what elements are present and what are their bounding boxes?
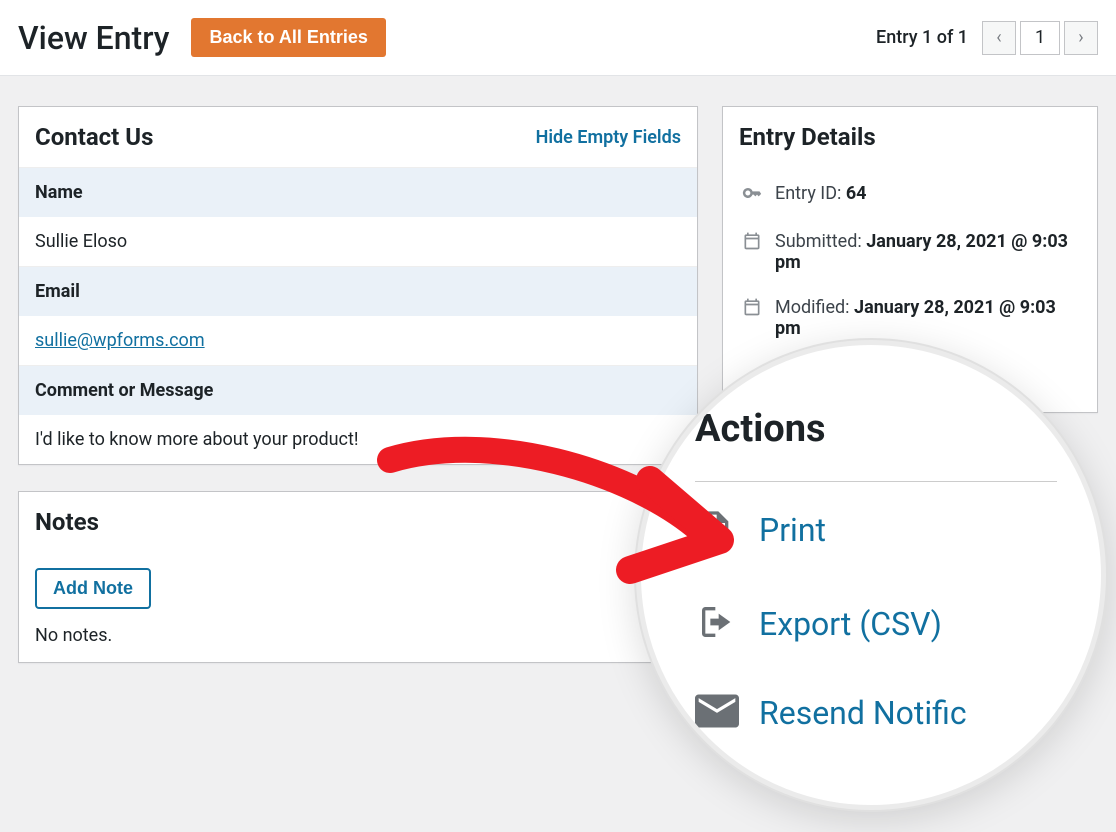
actions-zoom-overlay: Actions Print Export (CSV) Resend Notifi…: [636, 340, 1106, 810]
envelope-icon: [695, 694, 739, 732]
form-fields-panel: Contact Us Hide Empty Fields Name Sullie…: [18, 106, 698, 465]
prev-entry-button[interactable]: ‹: [982, 21, 1016, 55]
action-export-label: Export (CSV): [759, 605, 942, 643]
no-notes-text: No notes.: [35, 625, 681, 646]
chevron-right-icon: ›: [1078, 27, 1083, 48]
field-email-label: Email: [19, 266, 697, 316]
field-comment-label: Comment or Message: [19, 365, 697, 415]
action-resend[interactable]: Resend Notific: [695, 670, 1057, 756]
notes-title: Notes: [35, 508, 99, 536]
calendar-icon: [741, 297, 763, 321]
key-icon: [741, 183, 763, 207]
actions-title: Actions: [695, 407, 1057, 482]
submitted-label: Submitted:: [775, 231, 866, 252]
action-export[interactable]: Export (CSV): [695, 578, 1057, 670]
entry-pager: ‹ 1 ›: [982, 21, 1098, 55]
field-name-label: Name: [19, 167, 697, 217]
action-print-label: Print: [759, 511, 826, 549]
entry-id-row: Entry ID: 64: [741, 171, 1079, 219]
hide-empty-fields-link[interactable]: Hide Empty Fields: [536, 127, 681, 148]
notes-panel: Notes Add Note No notes.: [18, 491, 698, 663]
entry-id-label: Entry ID:: [775, 183, 846, 204]
submitted-row: Submitted: January 28, 2021 @ 9:03 pm: [741, 219, 1079, 285]
add-note-button[interactable]: Add Note: [35, 568, 151, 609]
action-print[interactable]: Print: [695, 482, 1057, 578]
form-title: Contact Us: [35, 123, 153, 151]
chevron-left-icon: ‹: [996, 27, 1001, 48]
modified-row: Modified: January 28, 2021 @ 9:03 pm: [741, 285, 1079, 351]
action-resend-label: Resend Notific: [759, 694, 967, 732]
entry-id-value: 64: [846, 183, 867, 204]
export-icon: [695, 602, 739, 646]
page-header: View Entry Back to All Entries Entry 1 o…: [0, 0, 1116, 76]
calendar-icon: [741, 231, 763, 255]
email-link[interactable]: sullie@wpforms.com: [35, 330, 205, 351]
entry-details-title: Entry Details: [739, 123, 876, 151]
field-email-value: sullie@wpforms.com: [19, 316, 697, 365]
document-icon: [695, 506, 739, 554]
entry-count: Entry 1 of 1: [876, 27, 968, 48]
back-to-entries-button[interactable]: Back to All Entries: [191, 18, 385, 57]
page-number: 1: [1020, 21, 1060, 55]
field-comment-value: I'd like to know more about your product…: [19, 415, 697, 464]
page-title: View Entry: [18, 19, 169, 57]
next-entry-button[interactable]: ›: [1064, 21, 1098, 55]
field-name-value: Sullie Eloso: [19, 217, 697, 266]
modified-label: Modified:: [775, 297, 854, 318]
